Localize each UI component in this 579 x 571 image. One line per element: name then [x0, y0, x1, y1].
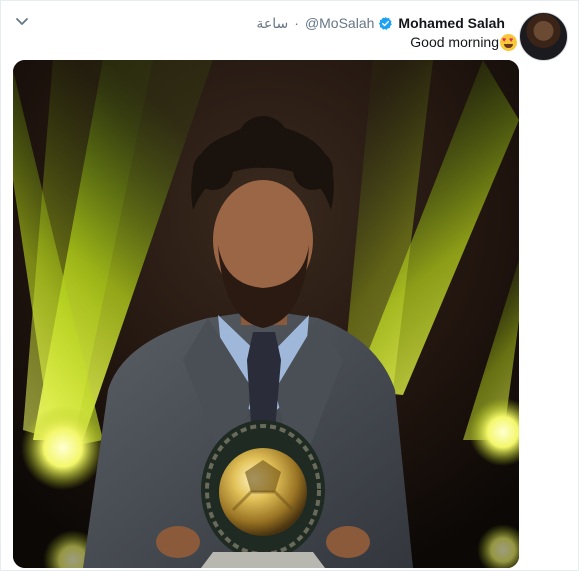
- tweet-text-content: Good morning: [410, 34, 499, 50]
- tweet-timestamp[interactable]: ساعة: [256, 15, 288, 32]
- avatar[interactable]: [519, 12, 568, 61]
- tweet-header: ساعة · @MoSalah Mohamed Salah: [256, 13, 505, 33]
- tweet-media-image[interactable]: [13, 60, 519, 568]
- chevron-down-icon[interactable]: [14, 14, 30, 30]
- heart-eyes-emoji-icon: ♥ ♥: [500, 33, 517, 51]
- tweet-card[interactable]: ساعة · @MoSalah Mohamed Salah Good morni…: [0, 0, 579, 571]
- media-photo: [13, 60, 519, 568]
- separator-dot: ·: [294, 15, 299, 31]
- verified-badge-icon: [379, 16, 393, 30]
- author-handle[interactable]: @MoSalah: [305, 15, 374, 31]
- tweet-text: Good morning ♥ ♥: [410, 32, 517, 52]
- author-name[interactable]: Mohamed Salah: [398, 15, 505, 31]
